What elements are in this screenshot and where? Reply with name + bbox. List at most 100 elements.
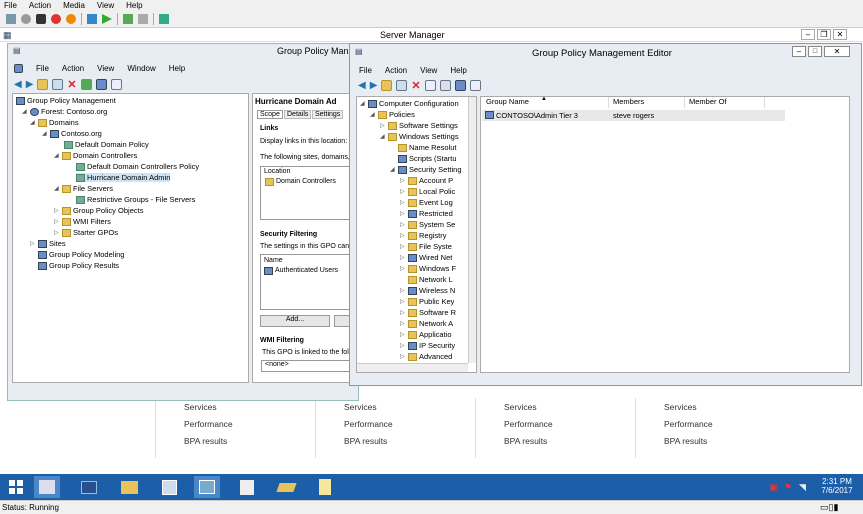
chevron-right-icon[interactable]: ▷	[400, 177, 406, 184]
tile-performance[interactable]: Performance	[184, 419, 233, 429]
restore-button[interactable]: ❐	[817, 29, 831, 40]
tab-settings[interactable]: Settings	[312, 110, 344, 119]
volume-icon[interactable]: ◥	[799, 482, 806, 493]
chevron-down-icon[interactable]: ◢	[30, 119, 36, 126]
up-folder-icon[interactable]	[381, 80, 393, 91]
show-tree-icon[interactable]	[396, 80, 408, 91]
taskbar-tool[interactable]	[273, 476, 299, 498]
editor-menu-view[interactable]: View	[420, 66, 437, 75]
shutdown-icon[interactable]	[51, 14, 61, 24]
gpm-menu-help[interactable]: Help	[169, 64, 185, 73]
taskbar-powershell[interactable]	[76, 476, 102, 498]
editor-close-button[interactable]: ✕	[824, 46, 850, 57]
taskbar-gpm[interactable]	[194, 476, 220, 498]
chevron-right-icon[interactable]: ▷	[400, 254, 406, 261]
editor-tree-item[interactable]: ▷ Windows F	[400, 264, 456, 273]
tree-gpo-objects[interactable]: ▷ Group Policy Objects	[54, 206, 143, 215]
editor-minimize-button[interactable]: ‒	[792, 46, 806, 57]
tile-bpa[interactable]: BPA results	[504, 436, 547, 446]
tile-services[interactable]: Services	[504, 402, 537, 412]
minimize-button[interactable]: ‒	[801, 29, 815, 40]
tile-services[interactable]: Services	[344, 402, 377, 412]
chevron-down-icon[interactable]: ◢	[370, 111, 376, 118]
editor-tree-item[interactable]: ▷ System Se	[400, 220, 455, 229]
editor-tree-item[interactable]: ▷ File Syste	[400, 242, 452, 251]
editor-tree-item[interactable]: ▷ IP Security	[400, 341, 455, 350]
editor-tree-item[interactable]: Network L	[400, 275, 453, 284]
tree-gp-modeling[interactable]: Group Policy Modeling	[38, 250, 124, 259]
back-arrow-icon[interactable]: ◀	[358, 80, 366, 91]
tree-domains[interactable]: ◢ Domains	[30, 118, 79, 127]
chevron-down-icon[interactable]: ◢	[42, 130, 48, 137]
menu-view[interactable]: View	[97, 1, 114, 10]
chevron-right-icon[interactable]: ▷	[400, 210, 406, 217]
chevron-right-icon[interactable]: ▷	[400, 232, 406, 239]
editor-tree-item[interactable]: ◢ Policies	[370, 110, 415, 119]
editor-tree-item[interactable]: ▷ Advanced	[400, 352, 452, 361]
revert-icon[interactable]	[138, 14, 148, 24]
tile-bpa[interactable]: BPA results	[664, 436, 707, 446]
refresh-icon[interactable]	[80, 79, 92, 90]
location-row[interactable]: Domain Controllers	[265, 178, 336, 186]
gpm-menu-window[interactable]: Window	[127, 64, 155, 73]
gpm-menu-file[interactable]: File	[36, 64, 49, 73]
taskbar-explorer[interactable]	[116, 476, 142, 498]
editor-tree-item[interactable]: ▷ Restricted	[400, 209, 453, 218]
play-icon[interactable]	[102, 14, 112, 24]
tree-domain-controllers[interactable]: ◢ Domain Controllers	[54, 151, 137, 160]
security-row[interactable]: Authenticated Users	[264, 267, 338, 275]
help-icon[interactable]	[95, 79, 107, 90]
editor-tree-vscrollbar[interactable]	[468, 97, 476, 363]
editor-tree-item[interactable]: Scripts (Startu	[390, 154, 457, 163]
remove-button[interactable]	[334, 315, 350, 327]
chevron-right-icon[interactable]: ▷	[400, 287, 406, 294]
tile-services[interactable]: Services	[184, 402, 217, 412]
action-center-icon[interactable]: ⚑	[784, 482, 792, 493]
tree-contoso[interactable]: ◢ Contoso.org	[42, 129, 102, 138]
editor-tree-item[interactable]: ▷ Registry	[400, 231, 447, 240]
editor-menu-action[interactable]: Action	[385, 66, 407, 75]
menu-help[interactable]: Help	[126, 1, 142, 10]
tree-forest[interactable]: ◢ Forest: Contoso.org	[22, 107, 107, 116]
pause-icon[interactable]	[87, 14, 97, 24]
stop-icon[interactable]	[36, 14, 46, 24]
menu-action[interactable]: Action	[29, 1, 51, 10]
col-members[interactable]: Members	[609, 97, 685, 108]
table-row[interactable]: CONTOSO\Admin Tier 3 steve rogers	[482, 110, 785, 121]
chevron-right-icon[interactable]: ▷	[400, 221, 406, 228]
tile-performance[interactable]: Performance	[664, 419, 713, 429]
chevron-down-icon[interactable]: ◢	[380, 133, 386, 140]
tree-hurricane-domain-admin[interactable]: Hurricane Domain Admin	[76, 173, 171, 182]
chevron-down-icon[interactable]: ◢	[22, 108, 28, 115]
chevron-right-icon[interactable]: ▷	[400, 298, 406, 305]
ctrl-alt-del-icon[interactable]	[6, 14, 16, 24]
tree-file-servers[interactable]: ◢ File Servers	[54, 184, 113, 193]
tree-gp-results[interactable]: Group Policy Results	[38, 261, 119, 270]
menu-file[interactable]: File	[4, 1, 17, 10]
view-icon[interactable]	[469, 80, 481, 91]
tree-default-domain-policy[interactable]: Default Domain Policy	[64, 140, 149, 149]
editor-tree-item[interactable]: ▷ Network A	[400, 319, 453, 328]
start-icon[interactable]	[21, 14, 31, 24]
editor-tree-item[interactable]: ▷ Wired Net	[400, 253, 452, 262]
editor-tree-item[interactable]: ▷ Local Polic	[400, 187, 455, 196]
save-state-icon[interactable]	[66, 14, 76, 24]
chevron-down-icon[interactable]: ◢	[54, 185, 60, 192]
gpm-menu-view[interactable]: View	[97, 64, 114, 73]
chevron-right-icon[interactable]: ▷	[400, 188, 406, 195]
name-header[interactable]: Name	[264, 257, 283, 264]
chevron-right-icon[interactable]: ▷	[400, 243, 406, 250]
start-button[interactable]	[3, 476, 29, 498]
chevron-down-icon[interactable]: ◢	[54, 152, 60, 159]
editor-tree-item[interactable]: ▷ Applicatio	[400, 330, 452, 339]
editor-tree-hscrollbar[interactable]	[357, 363, 468, 372]
forward-arrow-icon[interactable]: ▶	[370, 80, 378, 91]
clock[interactable]: 2:31 PM 7/6/2017	[816, 477, 858, 495]
chevron-right-icon[interactable]: ▷	[400, 353, 406, 360]
tree-restrictive-groups[interactable]: Restrictive Groups - File Servers	[76, 195, 195, 204]
editor-tree-item[interactable]: ▷ Wireless N	[400, 286, 455, 295]
enhanced-session-icon[interactable]	[159, 14, 169, 24]
network-icon[interactable]: ▣	[769, 482, 778, 493]
taskbar-notes[interactable]	[234, 476, 260, 498]
chevron-right-icon[interactable]: ▷	[380, 122, 386, 129]
